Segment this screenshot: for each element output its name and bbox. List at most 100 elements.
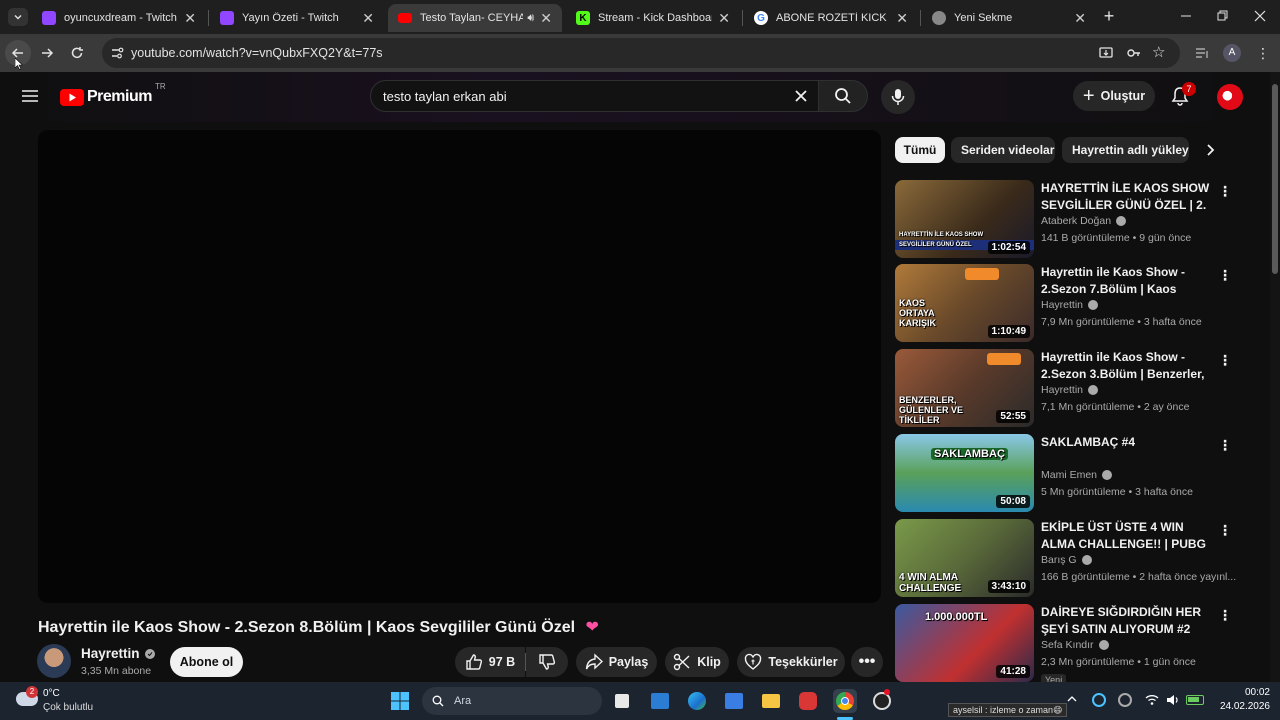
recommendation-title[interactable]: DAİREYE SIĞDIRDIĞIN HER ŞEYİ SATIN ALIYO… — [1041, 604, 1211, 638]
channel-avatar[interactable] — [37, 644, 71, 678]
tab-search-button[interactable] — [8, 8, 28, 26]
recommendation-title[interactable]: HAYRETTİN İLE KAOS SHOW SEVGİLİLER GÜNÜ … — [1041, 180, 1211, 214]
speaker-icon[interactable]: 🔊︎ — [527, 12, 534, 25]
recommendation-title[interactable]: Hayrettin ile Kaos Show - 2.Sezon 7.Bölü… — [1041, 264, 1211, 298]
close-icon[interactable]: ✕ — [540, 10, 552, 27]
tab-abone-rozeti[interactable]: G ABONE ROZETİ KICK - Goo ✕ — [744, 4, 918, 32]
task-view-icon[interactable] — [610, 689, 634, 713]
taskbar-search[interactable]: Ara — [422, 687, 602, 715]
video-thumbnail[interactable]: SAKLAMBAÇ 50:08 — [895, 434, 1034, 512]
scrollbar-thumb[interactable] — [1272, 84, 1278, 274]
recommendation-channel[interactable]: Mami Emen — [1041, 469, 1113, 481]
tab-yeni-sekme[interactable]: Yeni Sekme ✕ — [922, 4, 1096, 32]
tab-yayin-ozeti[interactable]: Yayın Özeti - Twitch ✕ — [210, 4, 384, 32]
recommendation-item[interactable]: 4 WIN ALMA CHALLENGE 3:43:10 EKİPLE ÜST … — [895, 519, 1236, 597]
bookmark-star-icon[interactable]: ☆ — [1152, 45, 1168, 61]
recommendation-item[interactable]: HAYRETTİN İLE KAOS SHOW SEVGİLİLER GÜNÜ … — [895, 180, 1235, 258]
more-vertical-icon[interactable]: ⋮ — [1218, 182, 1232, 200]
share-button[interactable]: Paylaş — [576, 647, 657, 677]
browser-menu-button[interactable]: ⋮ — [1256, 44, 1270, 62]
voice-search-button[interactable] — [881, 80, 915, 114]
chrome-icon[interactable] — [833, 689, 857, 713]
clear-search-button[interactable] — [793, 88, 809, 104]
file-explorer-icon[interactable] — [759, 689, 783, 713]
site-info-icon[interactable] — [110, 46, 124, 60]
forward-button[interactable] — [34, 40, 60, 66]
install-app-icon[interactable] — [1098, 45, 1114, 61]
profile-avatar[interactable]: A — [1223, 44, 1241, 62]
search-button[interactable] — [818, 80, 868, 112]
reload-button[interactable] — [64, 40, 90, 66]
password-key-icon[interactable] — [1126, 45, 1142, 61]
minimize-button[interactable] — [1176, 6, 1196, 26]
tab-oyuncuxdream[interactable]: oyuncuxdream - Twitch ✕ — [32, 4, 206, 32]
start-button[interactable] — [388, 689, 412, 713]
network-icon[interactable] — [1118, 693, 1132, 707]
menu-button[interactable] — [21, 88, 39, 104]
create-button[interactable]: + Oluştur — [1073, 81, 1155, 111]
more-vertical-icon[interactable]: ⋮ — [1218, 351, 1232, 369]
thanks-button[interactable]: Teşekkürler — [737, 647, 845, 677]
maximize-button[interactable] — [1212, 6, 1232, 26]
recommendation-item[interactable]: BENZERLER, GÜLENLER VE TİKLİLER 52:55 Ha… — [895, 349, 1235, 427]
address-bar[interactable]: youtube.com/watch?v=vnQubxFXQ2Y&t=77s ☆ — [102, 38, 1180, 68]
more-vertical-icon[interactable]: ⋮ — [1218, 606, 1232, 624]
recommendation-title[interactable]: SAKLAMBAÇ #4 — [1041, 434, 1211, 451]
close-icon[interactable]: ✕ — [896, 10, 908, 27]
media-app-icon[interactable] — [796, 689, 820, 713]
recommendation-channel[interactable]: Hayrettin — [1041, 384, 1099, 396]
wifi-icon[interactable] — [1145, 694, 1159, 706]
obs-icon[interactable] — [870, 689, 894, 713]
tab-testo-taylan[interactable]: Testo Taylan- CEYHAN 🔊︎ ✕ — [388, 4, 562, 32]
recommendation-channel[interactable]: Sefa Kındır — [1041, 639, 1109, 651]
chip-uploader[interactable]: Hayrettin adlı yükleyici — [1062, 137, 1189, 163]
video-thumbnail[interactable]: 4 WIN ALMA CHALLENGE 3:43:10 — [895, 519, 1034, 597]
subscribe-button[interactable]: Abone ol — [170, 647, 243, 677]
clock[interactable]: 00:02 24.02.2026 — [1212, 687, 1270, 712]
recommendation-channel[interactable]: Barış G — [1041, 554, 1092, 566]
chips-next-button[interactable] — [1196, 138, 1224, 162]
edge-icon[interactable] — [685, 689, 709, 713]
media-controls-icon[interactable] — [1194, 45, 1210, 61]
more-actions-button[interactable]: ••• — [851, 647, 883, 677]
video-thumbnail[interactable]: 1.000.000TL 41:28 — [895, 604, 1034, 682]
recommendation-title[interactable]: EKİPLE ÜST ÜSTE 4 WIN ALMA CHALLENGE!! |… — [1041, 519, 1211, 553]
clip-button[interactable]: Klip — [665, 647, 729, 677]
close-icon[interactable]: ✕ — [184, 10, 196, 27]
more-vertical-icon[interactable]: ⋮ — [1218, 521, 1232, 539]
recommendation-title[interactable]: Hayrettin ile Kaos Show - 2.Sezon 3.Bölü… — [1041, 349, 1211, 383]
chip-all[interactable]: Tümü — [895, 137, 945, 163]
recommendation-item[interactable]: 1.000.000TL 41:28 DAİREYE SIĞDIRDIĞIN HE… — [895, 604, 1235, 682]
url-text[interactable]: youtube.com/watch?v=vnQubxFXQ2Y&t=77s — [131, 46, 383, 60]
video-thumbnail[interactable]: BENZERLER, GÜLENLER VE TİKLİLER 52:55 — [895, 349, 1034, 427]
volume-icon[interactable] — [1166, 694, 1180, 706]
battery-icon[interactable] — [1186, 695, 1204, 705]
close-window-button[interactable] — [1250, 6, 1270, 26]
account-avatar[interactable] — [1217, 84, 1243, 110]
search-input[interactable]: testo taylan erkan abi — [370, 80, 820, 112]
video-player[interactable] — [38, 130, 881, 603]
microsoft-store-icon[interactable] — [648, 689, 672, 713]
weather-widget[interactable]: 2 0°C Çok bulutlu — [14, 686, 134, 716]
page-scrollbar[interactable] — [1270, 72, 1280, 682]
close-icon[interactable]: ✕ — [1074, 10, 1086, 27]
notifications-button[interactable]: 7 — [1170, 82, 1196, 108]
chip-series[interactable]: Seriden videolar — [951, 137, 1055, 163]
outlook-icon[interactable] — [722, 689, 746, 713]
video-thumbnail[interactable]: HAYRETTİN İLE KAOS SHOW SEVGİLİLER GÜNÜ … — [895, 180, 1034, 258]
recommendation-item[interactable]: SAKLAMBAÇ 50:08 SAKLAMBAÇ #4 Mami Emen 5… — [895, 434, 1235, 512]
more-vertical-icon[interactable]: ⋮ — [1218, 436, 1232, 454]
like-button[interactable]: 97 B — [455, 647, 525, 677]
recommendation-item[interactable]: KAOS ORTAYA KARIŞIK 1:10:49 Hayrettin il… — [895, 264, 1235, 342]
recommendation-channel[interactable]: Hayrettin — [1041, 299, 1099, 311]
new-tab-button[interactable]: + — [1100, 7, 1118, 26]
search-query[interactable]: testo taylan erkan abi — [383, 89, 507, 104]
youtube-logo[interactable]: Premium TR — [60, 82, 170, 108]
close-icon[interactable]: ✕ — [362, 10, 374, 27]
tab-kick-dashboard[interactable]: K Stream - Kick Dashboard ✕ — [566, 4, 740, 32]
more-vertical-icon[interactable]: ⋮ — [1218, 266, 1232, 284]
video-thumbnail[interactable]: KAOS ORTAYA KARIŞIK 1:10:49 — [895, 264, 1034, 342]
channel-name[interactable]: Hayrettin — [81, 646, 155, 661]
recommendation-channel[interactable]: Ataberk Doğan — [1041, 215, 1127, 227]
sync-icon[interactable] — [1092, 693, 1106, 707]
